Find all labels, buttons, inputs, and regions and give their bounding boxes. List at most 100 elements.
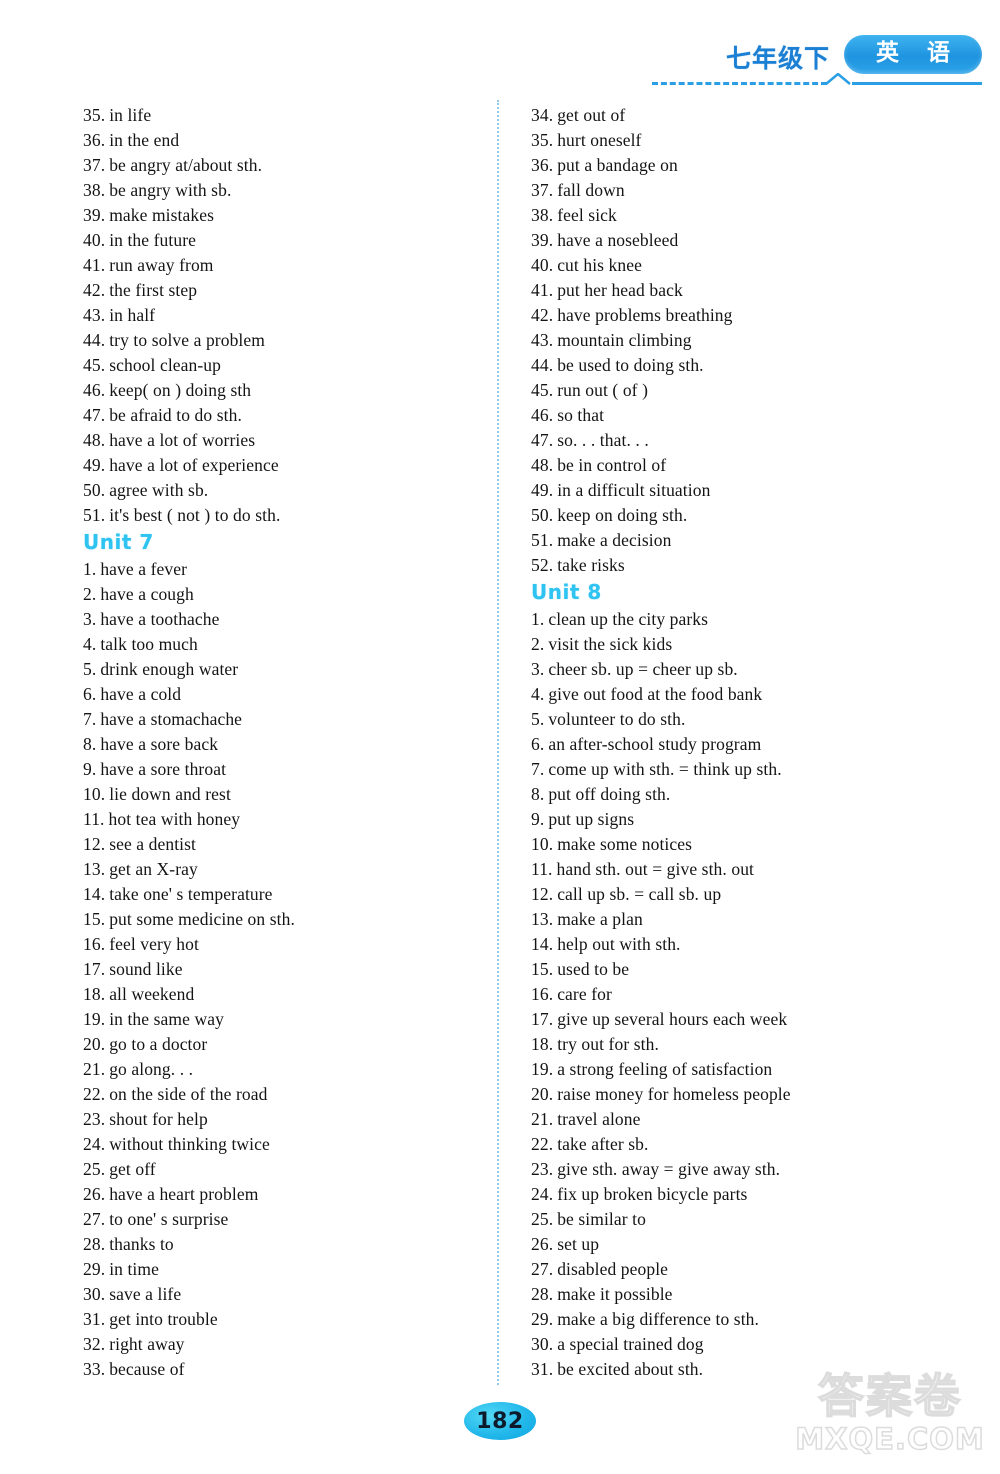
phrase-number: 8. [83, 734, 97, 754]
phrase-number: 25. [531, 1209, 554, 1229]
phrase-entry: 36. put a bandage on [531, 153, 980, 178]
phrase-number: 13. [531, 909, 554, 929]
phrase-text: school clean-up [109, 355, 221, 375]
phrase-entry: 8. put off doing sth. [531, 782, 980, 807]
phrase-entry: 22. take after sb. [531, 1132, 980, 1157]
phrase-text: make a big difference to sth. [557, 1309, 759, 1329]
phrase-number: 17. [83, 959, 106, 979]
phrase-entry: 1. have a fever [83, 557, 477, 582]
phrase-number: 38. [531, 205, 554, 225]
phrase-number: 11. [83, 809, 105, 829]
phrase-text: have a stomachache [100, 709, 243, 729]
phrase-text: make mistakes [109, 205, 215, 225]
phrase-text: clean up the city parks [548, 609, 709, 629]
phrase-entry: 19. in the same way [83, 1007, 477, 1032]
phrase-entry: 2. have a cough [83, 582, 477, 607]
phrase-number: 10. [83, 784, 106, 804]
phrase-entry: 29. in time [83, 1257, 477, 1282]
phrase-text: an after-school study program [548, 734, 762, 754]
phrase-entry: 30. save a life [83, 1282, 477, 1307]
phrase-entry: 52. take risks [531, 553, 980, 578]
phrase-text: make some notices [557, 834, 693, 854]
phrase-number: 23. [531, 1159, 554, 1179]
phrase-number: 13. [83, 859, 106, 879]
phrase-number: 22. [531, 1134, 554, 1154]
header-solid-rule [852, 82, 982, 85]
phrase-text: take one' s temperature [109, 884, 273, 904]
phrase-text: fix up broken bicycle parts [557, 1184, 748, 1204]
phrase-text: take risks [557, 555, 625, 575]
unit-heading-8: Unit 8 [531, 580, 602, 604]
phrase-text: the first step [109, 280, 198, 300]
watermark-domain: MXQE.COM [795, 1421, 985, 1457]
right-column-entries: 34. get out of 35. hurt oneself 36. put a ban… [531, 103, 980, 578]
header-rule [652, 73, 982, 88]
phrase-number: 46. [531, 405, 554, 425]
phrase-number: 41. [531, 280, 554, 300]
phrase-number: 15. [83, 909, 106, 929]
phrase-entry: 36. in the end [83, 128, 477, 153]
phrase-number: 30. [83, 1284, 106, 1304]
phrase-text: run away from [109, 255, 214, 275]
phrase-text: have a lot of experience [109, 455, 279, 475]
phrase-entry: 45. school clean-up [83, 353, 477, 378]
phrase-number: 42. [83, 280, 106, 300]
phrase-entry: 42. the first step [83, 278, 477, 303]
phrase-number: 42. [531, 305, 554, 325]
phrase-number: 24. [531, 1184, 554, 1204]
phrase-entry: 14. help out with sth. [531, 932, 980, 957]
phrase-text: thanks to [109, 1234, 174, 1254]
phrase-entry: 35. in life [83, 103, 477, 128]
phrase-text: have a sore throat [100, 759, 227, 779]
phrase-entry: 46. so that [531, 403, 980, 428]
phrase-text: put some medicine on sth. [109, 909, 295, 929]
phrase-text: be similar to [557, 1209, 646, 1229]
phrase-text: because of [109, 1359, 185, 1379]
phrase-text: have a nosebleed [557, 230, 679, 250]
page-header: 七年级下 英 语 [652, 28, 982, 90]
left-column: 35. in life 36. in the end 37. be angry at/ab… [0, 103, 497, 1382]
phrase-number: 27. [531, 1259, 554, 1279]
phrase-entry: 48. be in control of [531, 453, 980, 478]
phrase-number: 17. [531, 1009, 554, 1029]
phrase-number: 47. [83, 405, 106, 425]
phrase-entry: 10. lie down and rest [83, 782, 477, 807]
phrase-entry: 50. keep on doing sth. [531, 503, 980, 528]
phrase-entry: 48. have a lot of worries [83, 428, 477, 453]
phrase-entry: 38. feel sick [531, 203, 980, 228]
phrase-text: hot tea with honey [108, 809, 241, 829]
phrase-text: be afraid to do sth. [109, 405, 242, 425]
phrase-text: in the same way [109, 1009, 224, 1029]
phrase-entry: 50. agree with sb. [83, 478, 477, 503]
phrase-entry: 51. it's best ( not ) to do sth. [83, 503, 477, 528]
phrase-number: 28. [531, 1284, 554, 1304]
left-column-unit7-entries: 1. have a fever 2. have a cough 3. have a too… [83, 557, 477, 1382]
phrase-text: give up several hours each week [557, 1009, 788, 1029]
phrase-text: talk too much [100, 634, 198, 654]
phrase-text: have a lot of worries [109, 430, 256, 450]
phrase-entry: 25. be similar to [531, 1207, 980, 1232]
phrase-entry: 3. cheer sb. up = cheer up sb. [531, 657, 980, 682]
phrase-text: a special trained dog [557, 1334, 704, 1354]
subject-badge: 英 语 [843, 35, 982, 74]
phrase-text: used to be [557, 959, 630, 979]
phrase-entry: 44. be used to doing sth. [531, 353, 980, 378]
phrase-number: 12. [83, 834, 106, 854]
phrase-number: 28. [83, 1234, 106, 1254]
phrase-number: 16. [531, 984, 554, 1004]
right-column-unit8-entries: 1. clean up the city parks 2. visit the sic… [531, 607, 980, 1382]
phrase-number: 5. [83, 659, 97, 679]
phrase-number: 18. [83, 984, 106, 1004]
phrase-entry: 29. make a big difference to sth. [531, 1307, 980, 1332]
phrase-text: hurt oneself [557, 130, 642, 150]
phrase-text: take after sb. [557, 1134, 649, 1154]
phrase-number: 48. [531, 455, 554, 475]
phrase-number: 48. [83, 430, 106, 450]
phrase-number: 14. [83, 884, 106, 904]
page-number-badge: 182 [464, 1402, 536, 1440]
phrase-number: 47. [531, 430, 554, 450]
phrase-number: 26. [83, 1184, 106, 1204]
phrase-entry: 21. travel alone [531, 1107, 980, 1132]
phrase-text: have a cold [100, 684, 182, 704]
phrase-entry: 45. run out ( of ) [531, 378, 980, 403]
